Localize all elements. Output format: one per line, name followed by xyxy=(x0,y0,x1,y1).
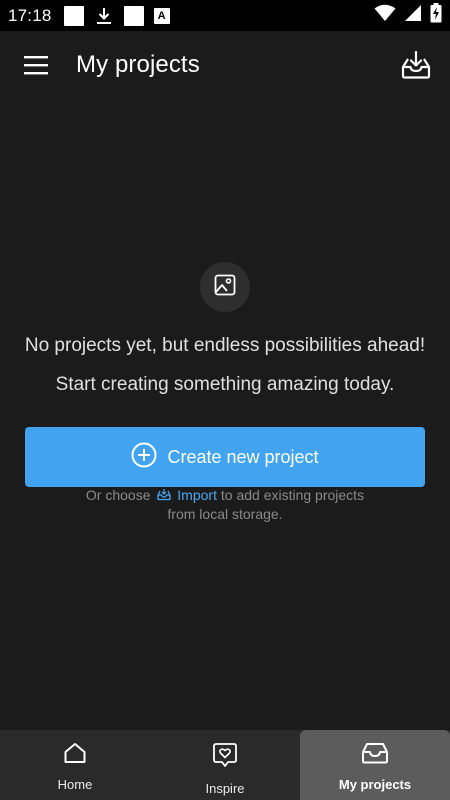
wifi-icon xyxy=(374,4,396,27)
hamburger-icon xyxy=(24,55,48,80)
download-icon xyxy=(94,6,114,26)
nav-item-my-projects[interactable]: My projects xyxy=(300,730,450,800)
notification-square-icon xyxy=(63,5,84,26)
app-bar: My projects xyxy=(0,31,450,103)
import-tray-icon xyxy=(401,50,431,84)
empty-state-subtitle: Start creating something amazing today. xyxy=(55,374,395,395)
nav-item-inspire[interactable]: Inspire xyxy=(150,730,300,800)
bottom-navigation: Home Inspire My projects xyxy=(0,730,450,800)
inbox-icon xyxy=(361,742,389,769)
status-right-icons xyxy=(374,3,442,28)
status-time: 17:18 xyxy=(8,5,52,25)
battery-icon xyxy=(430,3,442,28)
import-link[interactable]: Import xyxy=(177,487,217,503)
create-new-project-button[interactable]: Create new project xyxy=(25,427,425,487)
page-title: My projects xyxy=(76,51,200,78)
nav-label-home: Home xyxy=(57,777,93,792)
create-button-label: Create new project xyxy=(167,446,319,467)
nav-item-home[interactable]: Home xyxy=(0,730,150,800)
menu-button[interactable] xyxy=(14,45,58,89)
heart-bubble-icon xyxy=(212,742,238,773)
image-icon xyxy=(214,274,236,301)
notification-icons: A xyxy=(63,5,170,26)
nav-label-inspire: Inspire xyxy=(205,781,245,796)
empty-state-title: No projects yet, but endless possibiliti… xyxy=(24,335,426,356)
notification-a-icon: A xyxy=(153,7,170,24)
hint-suffix: to add existing projects xyxy=(220,487,365,503)
signal-icon xyxy=(404,4,422,27)
nav-label-my-projects: My projects xyxy=(338,777,412,792)
hint-prefix: Or choose xyxy=(85,487,151,503)
empty-state-icon-circle xyxy=(200,262,250,312)
import-hint: Or choose Import to add existing project… xyxy=(60,486,390,523)
home-icon xyxy=(63,742,87,769)
notification-square-icon-2 xyxy=(123,5,144,26)
import-button[interactable] xyxy=(394,45,438,89)
hint-line2: from local storage. xyxy=(167,506,283,522)
status-bar: 17:18 A xyxy=(0,0,450,31)
screen: 17:18 A My projects No projects yet, but… xyxy=(0,0,450,800)
plus-circle-icon xyxy=(131,442,157,473)
import-small-icon xyxy=(157,487,172,505)
